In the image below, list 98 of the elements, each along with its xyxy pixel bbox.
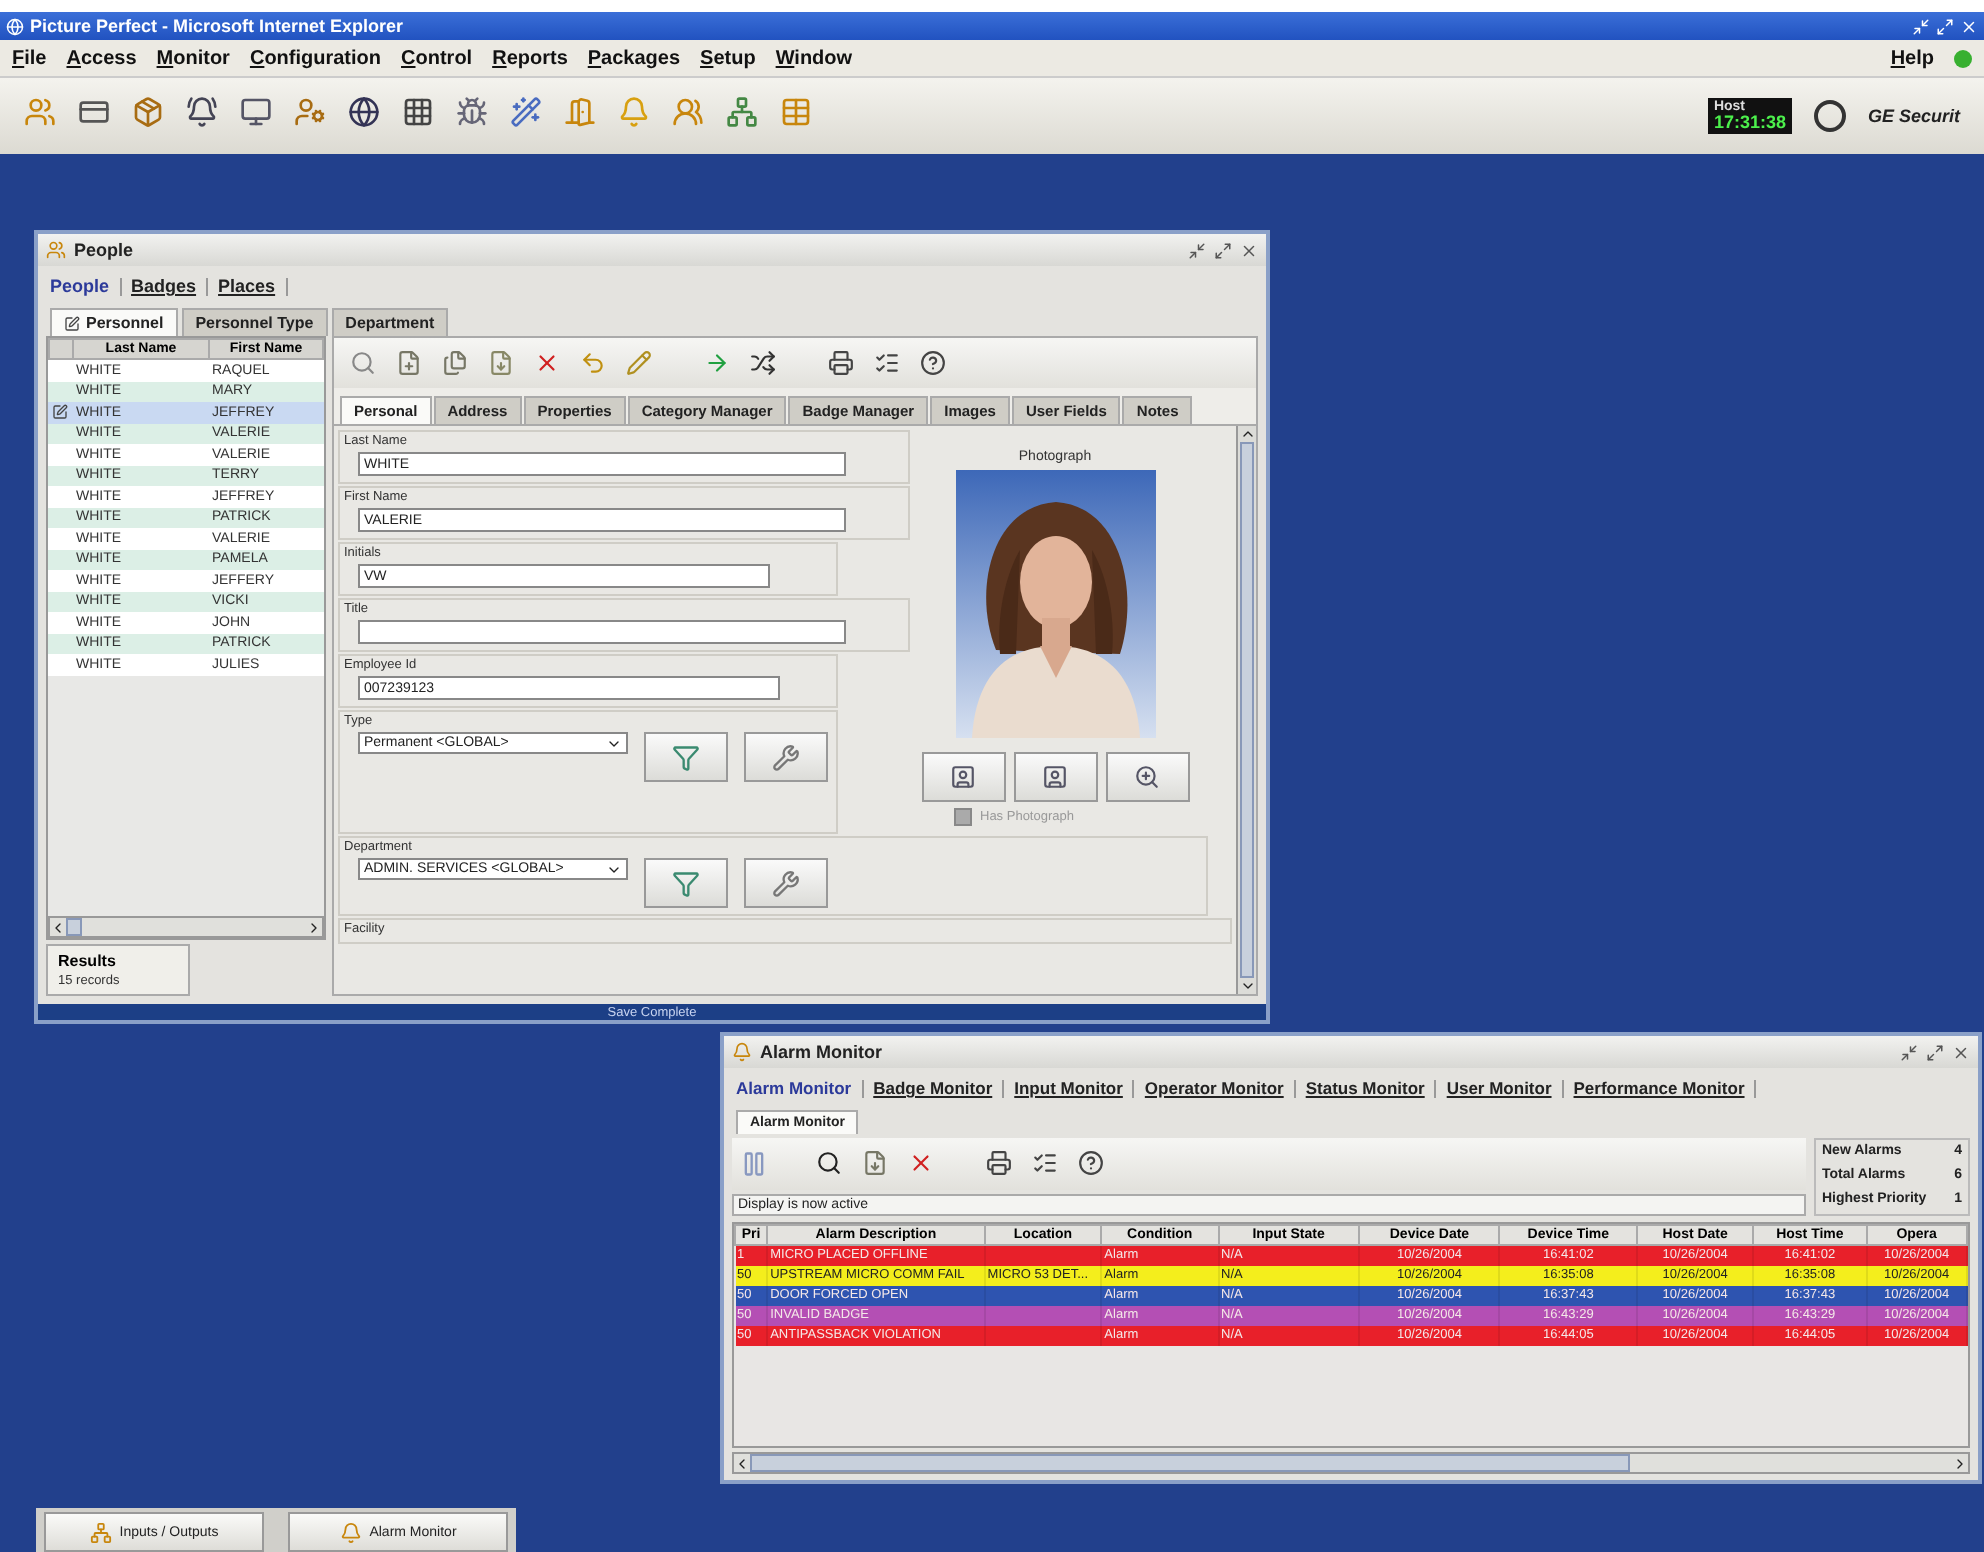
funnel-icon — [672, 743, 700, 771]
bug-icon[interactable] — [456, 95, 488, 127]
menu-item[interactable]: File — [12, 47, 47, 69]
close-icon[interactable] — [1952, 1043, 1970, 1061]
wand-icon[interactable] — [510, 95, 542, 127]
nav-link[interactable]: Badge Monitor — [863, 1080, 1005, 1097]
menu-item[interactable]: Window — [775, 47, 853, 69]
results-title: Results — [58, 952, 118, 970]
save-icon[interactable] — [862, 1150, 888, 1176]
bell-icon — [339, 1521, 362, 1543]
menu-item[interactable]: Control — [401, 47, 473, 69]
scroll-thumb[interactable] — [750, 1454, 1630, 1472]
tools-icon[interactable] — [750, 350, 776, 376]
menu-item[interactable]: Packages — [587, 47, 681, 69]
edit-icon — [52, 404, 68, 421]
nav-link[interactable]: Alarm Monitor — [736, 1080, 864, 1097]
nav-link[interactable]: People — [50, 278, 122, 296]
edit-button[interactable] — [744, 732, 828, 782]
scroll-thumb[interactable] — [1240, 442, 1254, 978]
pause-icon[interactable] — [740, 1149, 768, 1177]
monitor-icon[interactable] — [240, 95, 272, 127]
print-icon[interactable] — [986, 1150, 1012, 1176]
user-gear-icon[interactable] — [294, 95, 326, 127]
help-icon[interactable] — [1078, 1150, 1104, 1176]
scrollbar[interactable] — [732, 1452, 1970, 1474]
maximize-icon[interactable] — [1936, 17, 1954, 35]
arrow-icon[interactable] — [704, 350, 730, 376]
grid-icon[interactable] — [402, 95, 434, 127]
minimize-icon[interactable] — [1188, 241, 1206, 259]
person-icon — [950, 764, 976, 790]
nav-link[interactable]: Performance Monitor — [1563, 1080, 1757, 1097]
people-icon — [46, 240, 66, 260]
list-icon[interactable] — [1032, 1150, 1058, 1176]
delete-icon[interactable] — [908, 1150, 934, 1176]
funnel-icon — [672, 869, 700, 897]
menu-item[interactable]: Setup — [700, 47, 756, 69]
print-icon[interactable] — [828, 350, 854, 376]
window-title: People — [74, 240, 134, 260]
filter-button[interactable] — [644, 732, 728, 782]
nav-link[interactable]: Badges — [121, 278, 209, 296]
window-title: Alarm Monitor — [760, 1042, 883, 1062]
delete-icon[interactable] — [534, 350, 560, 376]
nav-link[interactable]: Input Monitor — [1004, 1080, 1135, 1097]
people-icon[interactable] — [24, 95, 56, 127]
wrench-icon — [772, 869, 800, 897]
tab[interactable]: Personnel — [50, 308, 178, 336]
nav-link[interactable]: Operator Monitor — [1134, 1080, 1296, 1097]
network-icon[interactable] — [726, 95, 758, 127]
menu-item[interactable]: Access — [66, 47, 137, 69]
scrollbar[interactable] — [48, 916, 324, 938]
help-icon[interactable] — [920, 350, 946, 376]
menu-item[interactable]: Configuration — [249, 47, 382, 69]
view-button[interactable] — [1105, 752, 1189, 802]
pencil-icon[interactable] — [626, 350, 652, 376]
globe-icon[interactable] — [348, 95, 380, 127]
minimize-icon[interactable] — [1900, 1043, 1918, 1061]
nav-link[interactable]: User Monitor — [1436, 1080, 1564, 1097]
scrollbar[interactable] — [1236, 426, 1256, 994]
nav-link[interactable]: Places — [208, 278, 288, 296]
undo-icon[interactable] — [580, 350, 606, 376]
network-icon — [89, 1521, 112, 1543]
status-light-icon — [1954, 49, 1972, 67]
logo-icon — [1813, 100, 1846, 132]
brand-name: GE Securit — [1867, 106, 1960, 126]
browser-icon — [6, 17, 24, 35]
menu-item[interactable]: Help — [1890, 47, 1934, 69]
package-icon[interactable] — [132, 95, 164, 127]
window-title: Picture Perfect - Microsoft Internet Explorer — [30, 16, 404, 36]
add-icon[interactable] — [396, 350, 422, 376]
person-icon — [1042, 764, 1068, 790]
close-icon[interactable] — [1240, 241, 1258, 259]
save-icon[interactable] — [488, 350, 514, 376]
nav-link[interactable]: Status Monitor — [1295, 1080, 1437, 1097]
maximize-icon[interactable] — [1926, 1043, 1944, 1061]
import-button[interactable] — [1013, 752, 1097, 802]
scroll-thumb[interactable] — [66, 918, 82, 936]
text-field[interactable] — [358, 620, 846, 644]
table-icon[interactable] — [780, 95, 812, 127]
tab[interactable]: Personnel Type — [181, 308, 328, 336]
card-icon[interactable] — [78, 95, 110, 127]
capture-button[interactable] — [921, 752, 1005, 802]
list-icon[interactable] — [874, 350, 900, 376]
copy-icon[interactable] — [442, 350, 468, 376]
zoom-icon — [1134, 764, 1160, 790]
edit-button[interactable] — [744, 858, 828, 908]
tab[interactable]: Department — [331, 308, 449, 336]
menu-item[interactable]: Reports — [492, 47, 568, 69]
filter-button[interactable] — [644, 858, 728, 908]
people-icon[interactable] — [672, 95, 704, 127]
search-icon[interactable] — [816, 1150, 842, 1176]
minimize-icon[interactable] — [1912, 17, 1930, 35]
wrench-icon — [772, 743, 800, 771]
door-icon[interactable] — [564, 95, 596, 127]
maximize-icon[interactable] — [1214, 241, 1232, 259]
menu-item[interactable]: Monitor — [156, 47, 230, 69]
bell-icon[interactable] — [186, 95, 218, 127]
bell-icon — [732, 1042, 752, 1062]
edit-icon — [64, 315, 80, 331]
